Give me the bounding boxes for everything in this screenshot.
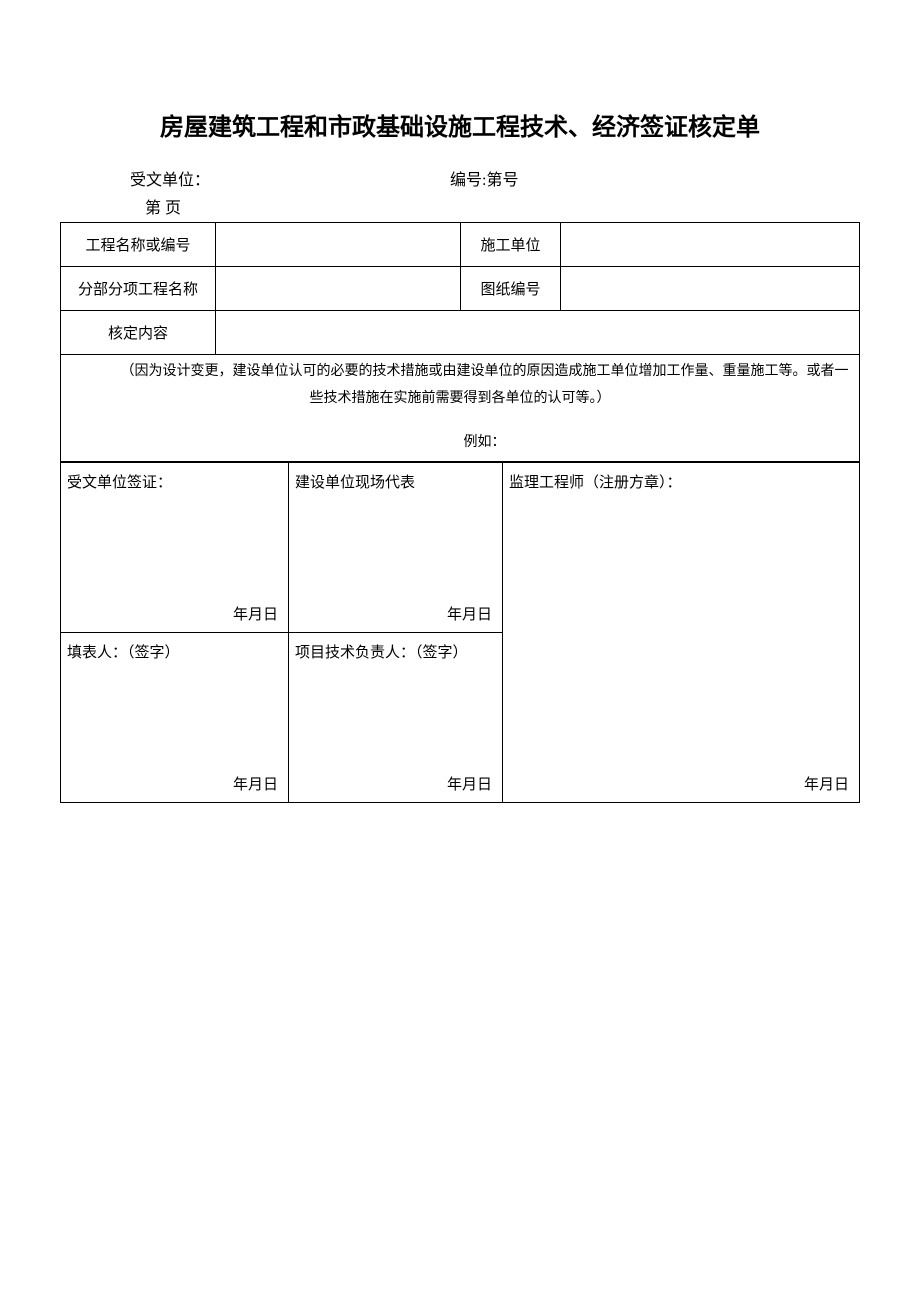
sig-recipient-label: 受文单位签证： <box>67 475 172 491</box>
cell-project-name-label: 工程名称或编号 <box>61 223 216 267</box>
cell-drawing-no-value <box>561 267 860 311</box>
sig-owner-rep-label: 建设单位现场代表 <box>295 475 415 491</box>
serial-label: 编号:第号 <box>450 166 518 190</box>
sig-tech-lead-label: 项目技术负责人：（签字） <box>295 645 468 661</box>
sig-preparer-date: 年月日 <box>233 773 278 794</box>
meta-row: 受文单位： 编号:第号 <box>60 166 860 190</box>
sig-preparer-label: 填表人：（签字） <box>67 645 180 661</box>
body-content-cell: （因为设计变更，建设单位认可的必要的技术措施或由建设单位的原因造成施工单位增加工… <box>61 355 860 462</box>
sig-owner-rep-date: 年月日 <box>447 603 492 624</box>
sig-recipient-cell: 受文单位签证： 年月日 <box>61 462 289 632</box>
sig-tech-lead-date: 年月日 <box>447 773 492 794</box>
cell-drawing-no-label: 图纸编号 <box>461 267 561 311</box>
signature-table: 受文单位签证： 年月日 建设单位现场代表 年月日 监理工程师（注册方章）： 年月… <box>60 462 860 803</box>
cell-project-name-value <box>216 223 461 267</box>
recipient-label: 受文单位： <box>130 166 450 190</box>
cell-subproject-value <box>216 267 461 311</box>
page-label: 第 页 <box>60 194 860 218</box>
document-title: 房屋建筑工程和市政基础设施工程技术、经济签证核定单 <box>60 110 860 146</box>
cell-subproject-label: 分部分项工程名称 <box>61 267 216 311</box>
sig-recipient-date: 年月日 <box>233 603 278 624</box>
body-example: 例如： <box>65 430 855 457</box>
sig-supervisor-cell: 监理工程师（注册方章）： 年月日 <box>503 462 860 802</box>
cell-approval-content-label: 核定内容 <box>61 311 216 355</box>
cell-approval-content-value <box>216 311 860 355</box>
header-table: 工程名称或编号 施工单位 分部分项工程名称 图纸编号 核定内容 （因为设计变更，… <box>60 222 860 462</box>
sig-tech-lead-cell: 项目技术负责人：（签字） 年月日 <box>289 632 503 802</box>
cell-construction-unit-value <box>561 223 860 267</box>
sig-supervisor-date: 年月日 <box>804 773 849 794</box>
sig-owner-rep-cell: 建设单位现场代表 年月日 <box>289 462 503 632</box>
sig-supervisor-label: 监理工程师（注册方章）： <box>509 475 682 491</box>
cell-construction-unit-label: 施工单位 <box>461 223 561 267</box>
body-paragraph: （因为设计变更，建设单位认可的必要的技术措施或由建设单位的原因造成施工单位增加工… <box>65 359 855 412</box>
sig-preparer-cell: 填表人：（签字） 年月日 <box>61 632 289 802</box>
